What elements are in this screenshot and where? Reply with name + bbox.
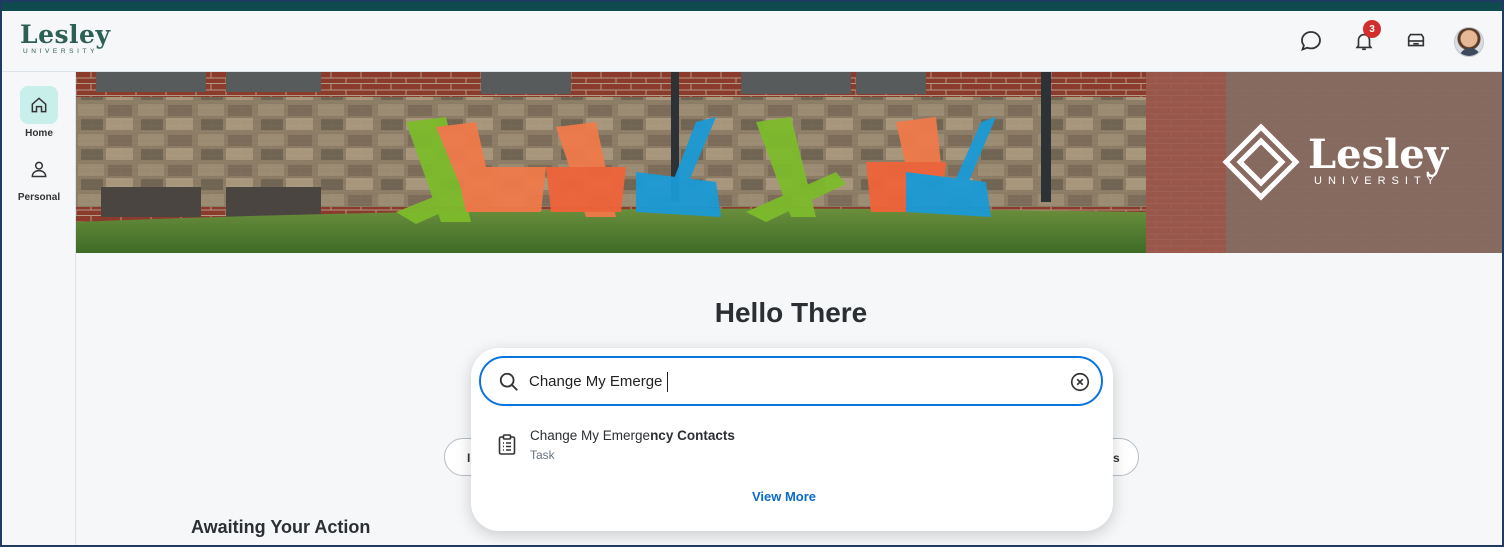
- logo-subtitle: UNIVERSITY: [23, 48, 99, 55]
- shortcut-pill-left-label: I: [467, 451, 471, 465]
- person-icon: [20, 150, 58, 188]
- sidebar-item-personal[interactable]: Personal: [2, 150, 76, 203]
- clear-search-icon[interactable]: [1069, 371, 1091, 393]
- task-icon: [498, 434, 516, 455]
- search-input[interactable]: [529, 366, 1049, 396]
- page-greeting: Hello There: [714, 297, 868, 328]
- app-window: Lesley UNIVERSITY 3 Home Personal Lesley…: [0, 0, 1504, 547]
- lesley-logo[interactable]: Lesley UNIVERSITY: [20, 20, 111, 55]
- banner-brand-word: Lesley: [1308, 131, 1450, 178]
- left-sidebar: Home Personal: [2, 72, 76, 545]
- avatar-body: [1459, 48, 1481, 56]
- chat-icon[interactable]: [1298, 28, 1324, 54]
- logo-wordmark: Lesley: [20, 20, 111, 49]
- search-result-title: Change My Emergency Contacts: [530, 428, 735, 443]
- search-box[interactable]: [479, 356, 1103, 406]
- notification-count-badge: 3: [1363, 20, 1381, 38]
- search-icon: [499, 372, 518, 391]
- sidebar-item-label: Personal: [17, 192, 61, 203]
- top-header: Lesley UNIVERSITY 3: [2, 11, 1502, 72]
- hero-banner-image: Lesley UNIVERSITY: [76, 72, 1502, 253]
- sidebar-item-home[interactable]: Home: [2, 86, 76, 139]
- search-dropdown-panel: Change My Emergency Contacts Task View M…: [471, 348, 1113, 531]
- view-more-link[interactable]: View More: [471, 489, 1097, 504]
- awaiting-action-heading: Awaiting Your Action: [191, 517, 371, 537]
- user-avatar[interactable]: [1454, 27, 1484, 57]
- banner-brand-sub: UNIVERSITY: [1314, 175, 1440, 187]
- shortcut-pill-right-label: s: [1113, 451, 1120, 465]
- notifications-button[interactable]: 3: [1351, 20, 1381, 54]
- text-caret: [667, 372, 668, 392]
- sidebar-item-label: Home: [25, 128, 53, 139]
- top-accent-stripe: [2, 2, 1502, 11]
- inbox-icon[interactable]: [1403, 28, 1429, 54]
- result-title-match: Change My Emerge: [530, 428, 651, 443]
- search-result-item[interactable]: Change My Emergency Contacts Task: [491, 420, 1091, 468]
- search-result-type: Task: [530, 448, 555, 462]
- home-icon: [20, 86, 58, 124]
- result-title-rest: ncy Contacts: [650, 428, 735, 443]
